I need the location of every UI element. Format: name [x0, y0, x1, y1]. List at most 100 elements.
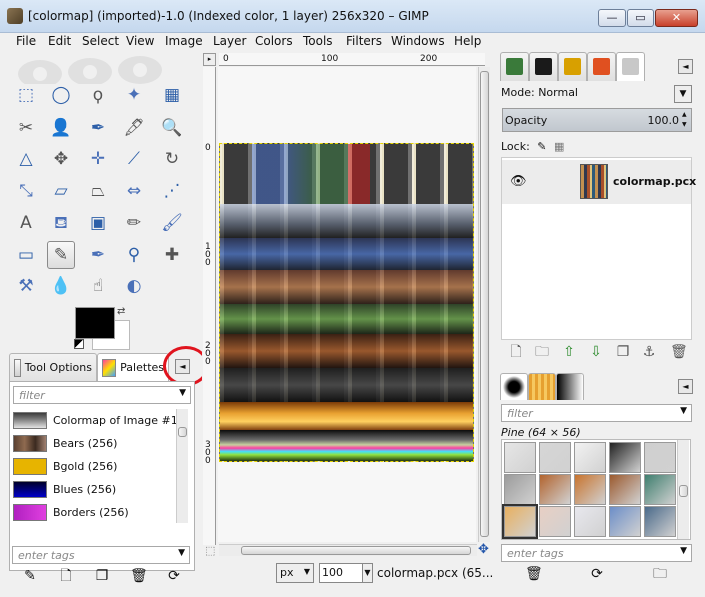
refresh-icon[interactable]: ⟳ [166, 568, 182, 584]
open-folder-icon[interactable]: 🗀 [652, 566, 668, 582]
tab-paths[interactable] [529, 52, 558, 81]
swap-colors-icon[interactable]: ⇄ [117, 306, 125, 317]
tab-tool-options[interactable]: Tool Options [9, 353, 97, 381]
layers-dock-menu-button[interactable]: ◄ [678, 59, 693, 74]
patterns-dock-menu-button[interactable]: ◄ [678, 379, 693, 394]
palette-item[interactable]: Bgold (256) [13, 455, 177, 478]
menu-windows[interactable]: Windows [391, 34, 445, 48]
paintbrush-icon[interactable]: 🖌 [158, 209, 186, 237]
clone-icon[interactable]: ⚲ [120, 241, 148, 269]
tab-brushes[interactable] [500, 373, 528, 400]
raise-layer-icon[interactable]: ⇧ [561, 344, 577, 360]
duplicate-layer-icon[interactable]: ❐ [615, 344, 631, 360]
blend-icon[interactable]: ▣ [84, 209, 112, 237]
bucket-fill-icon[interactable]: ⛾ [47, 209, 75, 237]
mode-dropdown[interactable]: ▼ [674, 85, 692, 103]
refresh-icon[interactable]: ⟳ [589, 566, 605, 582]
ellipse-select-icon[interactable]: ◯ [47, 81, 75, 109]
pattern-cell[interactable] [504, 474, 536, 505]
move-icon[interactable]: ✥ [47, 145, 75, 173]
rotate-icon[interactable]: ↻ [158, 145, 186, 173]
pattern-cell[interactable] [574, 442, 606, 473]
paths-icon[interactable]: ✒ [84, 114, 112, 142]
menu-tools[interactable]: Tools [303, 34, 333, 48]
navigate-icon[interactable]: ✥ [478, 542, 489, 557]
tab-colormap[interactable] [587, 52, 616, 81]
quick-mask-icon[interactable]: ⬚ [205, 544, 215, 557]
tab-patterns[interactable] [528, 373, 556, 400]
patterns-scroll-thumb[interactable] [679, 485, 688, 497]
patterns-tag-input[interactable]: enter tags ▼ [501, 544, 692, 562]
canvas-vertical-scrollbar[interactable] [478, 67, 490, 542]
pattern-cell[interactable] [609, 442, 641, 473]
delete-icon[interactable]: 🗑 [130, 568, 148, 584]
pattern-cell[interactable] [539, 442, 571, 473]
menu-filters[interactable]: Filters [346, 34, 382, 48]
zoom-dropdown[interactable]: ▼ [362, 563, 373, 583]
pattern-cell[interactable] [574, 474, 606, 505]
delete-layer-icon[interactable]: 🗑 [670, 344, 688, 360]
measure-icon[interactable]: △ [12, 145, 40, 173]
opacity-slider[interactable]: Opacity 100.0 ▲ ▼ [502, 108, 692, 132]
airbrush-icon[interactable]: ✎ [47, 241, 75, 269]
tab-gradients[interactable] [556, 373, 584, 400]
shear-icon[interactable]: ▱ [47, 177, 75, 205]
color-select-icon[interactable]: ▦ [158, 81, 186, 109]
palette-item[interactable]: Bears (256) [13, 432, 177, 455]
palettes-tag-input[interactable]: enter tags ▼ [12, 546, 190, 564]
tab-channels[interactable] [616, 52, 645, 81]
menu-select[interactable]: Select [82, 34, 119, 48]
pattern-cell[interactable] [502, 504, 538, 539]
anchor-layer-icon[interactable]: ⚓ [641, 344, 657, 360]
lower-layer-icon[interactable]: ⇩ [588, 344, 604, 360]
spin-arrows-icon[interactable]: ▲ ▼ [682, 110, 690, 130]
pattern-cell[interactable] [574, 506, 606, 537]
flip-icon[interactable]: ⇔ [120, 177, 148, 205]
free-select-icon[interactable]: ϙ [84, 81, 112, 109]
new-layer-icon[interactable]: 🗋 [508, 344, 524, 360]
canvas-horizontal-scrollbar[interactable] [219, 544, 477, 556]
patterns-scrollbar[interactable] [677, 440, 689, 539]
blur-icon[interactable]: 💧 [47, 272, 75, 300]
menu-file[interactable]: File [16, 34, 36, 48]
foreground-select-icon[interactable]: 👤 [47, 114, 75, 142]
crop-icon[interactable]: ⟋ [120, 145, 148, 173]
perspective-clone-icon[interactable]: ⚒ [12, 272, 40, 300]
colormap-image[interactable] [219, 143, 474, 462]
menu-view[interactable]: View [126, 34, 154, 48]
minimize-button[interactable]: — [598, 9, 626, 27]
pattern-cell[interactable] [504, 442, 536, 473]
pencil-icon[interactable]: ✏ [120, 209, 148, 237]
perspective-icon[interactable]: ⏢ [84, 177, 112, 205]
patterns-filter[interactable]: filter ▼ [501, 404, 692, 422]
maximize-button[interactable]: ▭ [627, 9, 654, 27]
pattern-cell[interactable] [609, 474, 641, 505]
tab-layers[interactable] [500, 52, 529, 81]
scale-icon[interactable]: ⤡ [12, 177, 40, 205]
text-icon[interactable]: A [12, 209, 40, 237]
rect-select-icon[interactable]: ⬚ [12, 81, 40, 109]
default-colors-icon[interactable] [74, 339, 84, 349]
new-icon[interactable]: 🗋 [58, 568, 74, 584]
scissors-select-icon[interactable]: ✂ [12, 114, 40, 142]
palette-item[interactable]: Borders (256) [13, 501, 177, 523]
palettes-scroll-thumb[interactable] [178, 427, 187, 437]
unit-select[interactable]: px ▼ [276, 563, 314, 583]
fuzzy-select-icon[interactable]: ✦ [120, 81, 148, 109]
pattern-cell[interactable] [609, 506, 641, 537]
color-picker-icon[interactable]: 🖋 [120, 114, 148, 142]
palette-item[interactable]: Blues (256) [13, 478, 177, 501]
pattern-cell[interactable] [644, 442, 676, 473]
menu-help[interactable]: Help [454, 34, 481, 48]
cage-transform-icon[interactable]: ⋰ [158, 177, 186, 205]
menu-layer[interactable]: Layer [213, 34, 246, 48]
chevron-down-icon[interactable]: ▼ [680, 546, 687, 556]
tab-palettes[interactable]: Palettes [97, 353, 169, 381]
palettes-filter[interactable]: filter ▼ [13, 386, 191, 404]
dodge-burn-icon[interactable]: ◐ [120, 272, 148, 300]
foreground-color-swatch[interactable] [75, 307, 115, 339]
pattern-cell[interactable] [644, 506, 676, 537]
tab-undo-history[interactable] [558, 52, 587, 81]
lock-alpha-icon[interactable]: ▦ [554, 140, 564, 153]
zoom-icon[interactable]: 🔍 [158, 114, 186, 142]
